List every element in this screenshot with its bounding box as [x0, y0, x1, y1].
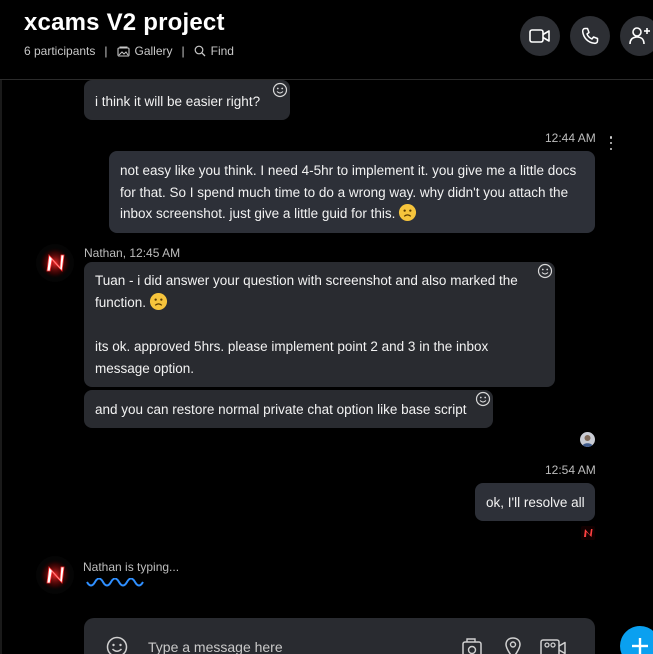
video-call-icon	[529, 29, 550, 43]
message-bubble[interactable]: i think it will be easier right?	[84, 80, 290, 120]
message-bubble[interactable]: Tuan - i did answer your question with s…	[84, 262, 555, 387]
read-receipt-avatar	[581, 526, 595, 540]
sad-emoji-icon	[399, 203, 417, 222]
message-bubble[interactable]: not easy like you think. I need 4-5hr to…	[109, 151, 595, 233]
chat-title[interactable]: xcams V2 project	[24, 9, 225, 37]
message-text: its ok. approved 5hrs. please implement …	[95, 339, 489, 376]
gallery-icon	[116, 46, 130, 57]
find-link[interactable]: Find	[194, 44, 234, 58]
emoji-icon[interactable]	[106, 636, 128, 654]
message-text: not easy like you think. I need 4-5hr to…	[120, 163, 577, 222]
gallery-link[interactable]: Gallery	[116, 44, 173, 58]
media-icon[interactable]	[460, 636, 486, 654]
separator: |	[181, 44, 185, 58]
plus-icon	[632, 638, 648, 654]
more-options-icon[interactable]	[609, 136, 613, 150]
avatar-image	[36, 244, 74, 282]
message-bubble[interactable]: ok, I'll resolve all	[475, 483, 595, 521]
chat-header: xcams V2 project 6 participants | Galler…	[0, 0, 653, 80]
avatar[interactable]	[36, 244, 74, 282]
emoji-icon[interactable]	[537, 263, 553, 279]
avatar[interactable]	[36, 556, 74, 594]
find-label: Find	[210, 44, 234, 58]
video-message-icon[interactable]	[539, 636, 567, 654]
message-text: i think it will be easier right?	[95, 94, 261, 109]
add-person-icon	[629, 27, 650, 45]
read-receipt-avatar	[580, 432, 595, 447]
emoji-icon[interactable]	[272, 82, 288, 98]
sender-name: Nathan, 12:45 AM	[84, 246, 181, 260]
search-icon	[194, 45, 206, 57]
message-text: Tuan - i did answer your question with s…	[95, 273, 518, 310]
add-people-button[interactable]	[620, 16, 653, 56]
avatar-image	[36, 556, 74, 594]
chat-subline: 6 participants | Gallery | Find	[24, 44, 234, 58]
typing-wave-icon	[86, 578, 144, 587]
sad-emoji-icon	[149, 292, 168, 310]
avatar-image	[581, 526, 595, 540]
avatar-image	[582, 435, 593, 447]
typing-indicator-text: Nathan is typing...	[83, 560, 180, 574]
location-icon[interactable]	[503, 636, 523, 654]
participants-link[interactable]: 6 participants	[24, 44, 95, 58]
message-timestamp: 12:44 AM	[545, 131, 596, 145]
emoji-icon[interactable]	[475, 391, 491, 407]
separator: |	[104, 44, 108, 58]
message-bubble[interactable]: and you can restore normal private chat …	[84, 390, 493, 428]
phone-call-icon	[581, 27, 599, 45]
add-attachment-button[interactable]	[620, 626, 653, 654]
panel-divider	[0, 80, 2, 654]
message-text: and you can restore normal private chat …	[95, 402, 467, 417]
gallery-label: Gallery	[134, 44, 173, 58]
audio-call-button[interactable]	[570, 16, 610, 56]
video-call-button[interactable]	[520, 16, 560, 56]
message-composer[interactable]: Type a message here	[84, 618, 595, 654]
message-input[interactable]: Type a message here	[148, 639, 283, 654]
message-timestamp: 12:54 AM	[545, 463, 596, 477]
message-text: ok, I'll resolve all	[486, 495, 585, 510]
